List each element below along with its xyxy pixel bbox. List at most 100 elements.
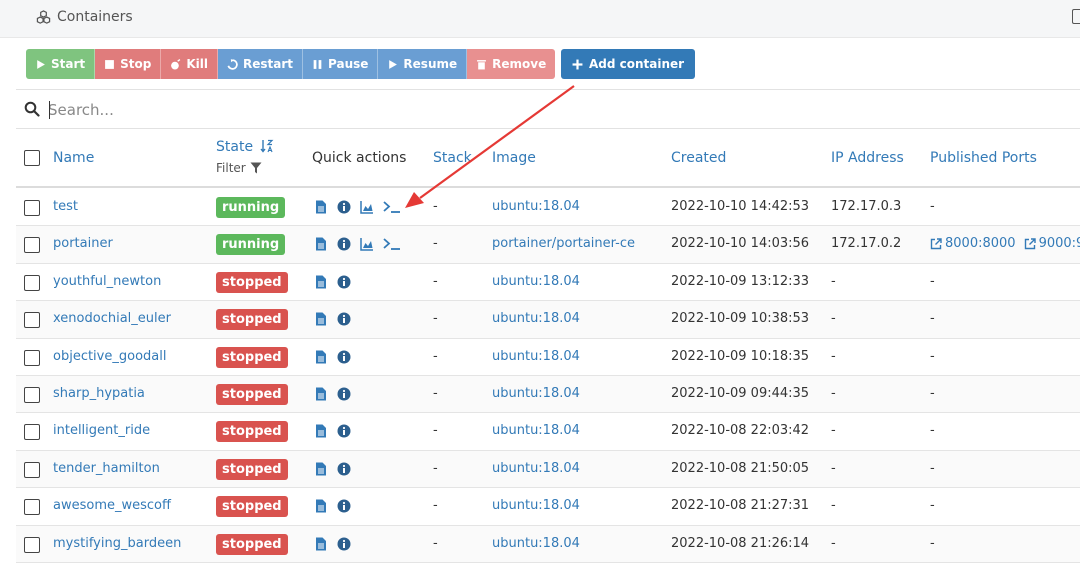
cubes-icon [36, 9, 51, 24]
created-value: 2022-10-09 09:44:35 [671, 385, 810, 401]
image-link[interactable]: portainer/portainer-ce [492, 236, 635, 251]
container-name-link[interactable]: awesome_wescoff [53, 498, 171, 513]
quick-actions [314, 499, 351, 513]
quick-actions [314, 312, 351, 326]
row-checkbox[interactable] [24, 312, 40, 329]
logs-icon[interactable] [314, 200, 328, 214]
logs-icon[interactable] [314, 499, 328, 513]
inspect-icon[interactable] [337, 275, 351, 289]
state-filter[interactable]: Filter [216, 161, 262, 175]
status-badge: running [216, 234, 286, 256]
resume-button[interactable]: Resume [378, 49, 468, 79]
logs-icon[interactable] [314, 424, 328, 438]
container-name-link[interactable]: intelligent_ride [53, 423, 150, 438]
status-badge: stopped [216, 383, 288, 405]
restart-button[interactable]: Restart [218, 49, 304, 79]
inspect-icon[interactable] [337, 424, 351, 438]
ports-value: - [930, 498, 935, 514]
page-title: Containers [36, 9, 133, 25]
ports-value: - [930, 311, 935, 327]
image-link[interactable]: ubuntu:18.04 [492, 311, 580, 326]
container-name-link[interactable]: portainer [53, 236, 113, 251]
logs-icon[interactable] [314, 462, 328, 476]
inspect-icon[interactable] [337, 537, 351, 551]
row-checkbox[interactable] [24, 200, 40, 216]
kill-label: Kill [186, 57, 208, 71]
panel-toggle-icon[interactable] [1072, 9, 1080, 24]
table-row: objective_goodall stopped - ubuntu:18.04… [16, 339, 1080, 376]
published-ports: 8000:8000 9000:9 [930, 236, 1080, 251]
container-name-link[interactable]: xenodochial_euler [53, 311, 171, 326]
logs-icon[interactable] [314, 237, 328, 251]
row-checkbox[interactable] [24, 386, 40, 403]
row-checkbox[interactable] [24, 237, 40, 254]
logs-icon[interactable] [314, 387, 328, 401]
console-icon[interactable] [383, 200, 401, 214]
container-name-link[interactable]: tender_hamilton [53, 461, 160, 476]
pause-button[interactable]: Pause [303, 49, 379, 79]
status-badge: stopped [216, 271, 288, 293]
row-checkbox[interactable] [24, 349, 40, 366]
table-row: intelligent_ride stopped - ubuntu:18.04 … [16, 413, 1080, 451]
container-name-link[interactable]: youthful_newton [53, 274, 161, 289]
column-header-image[interactable]: Image [492, 150, 536, 166]
logs-icon[interactable] [314, 350, 328, 364]
start-button[interactable]: Start [26, 49, 96, 79]
search-input[interactable] [48, 98, 548, 122]
port-link[interactable]: 9000:9 [1024, 236, 1080, 251]
column-header-state[interactable]: State [216, 139, 274, 155]
stats-icon[interactable] [360, 200, 374, 214]
row-checkbox[interactable] [24, 424, 40, 441]
status-badge: stopped [216, 421, 288, 443]
container-name-link[interactable]: objective_goodall [53, 349, 166, 364]
row-checkbox[interactable] [24, 499, 40, 516]
ports-value: - [930, 385, 935, 401]
image-link[interactable]: ubuntu:18.04 [492, 349, 580, 364]
image-link[interactable]: ubuntu:18.04 [492, 498, 580, 513]
stop-label: Stop [120, 57, 152, 71]
logs-icon[interactable] [314, 537, 328, 551]
column-header-created[interactable]: Created [671, 150, 726, 166]
logs-icon[interactable] [314, 275, 328, 289]
select-all-checkbox[interactable] [24, 150, 40, 166]
container-name-link[interactable]: test [53, 199, 78, 214]
status-badge: stopped [216, 309, 288, 331]
inspect-icon[interactable] [337, 499, 351, 513]
inspect-icon[interactable] [337, 350, 351, 364]
column-header-ports[interactable]: Published Ports [930, 150, 1037, 166]
console-icon[interactable] [383, 237, 401, 251]
inspect-icon[interactable] [337, 462, 351, 476]
column-header-name[interactable]: Name [53, 150, 94, 166]
image-link[interactable]: ubuntu:18.04 [492, 386, 580, 401]
logs-icon[interactable] [314, 312, 328, 326]
column-header-stack[interactable]: Stack [433, 150, 472, 166]
row-checkbox[interactable] [24, 536, 40, 553]
quick-actions [314, 200, 401, 214]
container-name-link[interactable]: mystifying_bardeen [53, 536, 181, 551]
container-name-link[interactable]: sharp_hypatia [53, 386, 145, 401]
status-badge: stopped [216, 533, 288, 555]
image-link[interactable]: ubuntu:18.04 [492, 199, 580, 214]
image-link[interactable]: ubuntu:18.04 [492, 423, 580, 438]
column-header-ip[interactable]: IP Address [831, 150, 904, 166]
ports-value: - [930, 460, 935, 476]
stats-icon[interactable] [360, 237, 374, 252]
inspect-icon[interactable] [337, 387, 351, 401]
kill-button[interactable]: Kill [161, 49, 218, 79]
status-badge: running [216, 197, 286, 218]
remove-button[interactable]: Remove [467, 49, 556, 79]
inspect-icon[interactable] [337, 200, 351, 214]
created-value: 2022-10-09 10:38:53 [671, 311, 810, 327]
add-container-button[interactable]: Add container [561, 49, 696, 79]
stop-button[interactable]: Stop [95, 49, 162, 79]
image-link[interactable]: ubuntu:18.04 [492, 274, 580, 289]
inspect-icon[interactable] [337, 312, 351, 326]
port-link[interactable]: 8000:8000 [930, 236, 1016, 251]
inspect-icon[interactable] [337, 237, 351, 251]
image-link[interactable]: ubuntu:18.04 [492, 536, 580, 551]
row-checkbox[interactable] [24, 274, 40, 291]
stop-icon [105, 59, 115, 69]
row-checkbox[interactable] [24, 461, 40, 478]
image-link[interactable]: ubuntu:18.04 [492, 461, 580, 476]
quick-actions [314, 275, 351, 289]
